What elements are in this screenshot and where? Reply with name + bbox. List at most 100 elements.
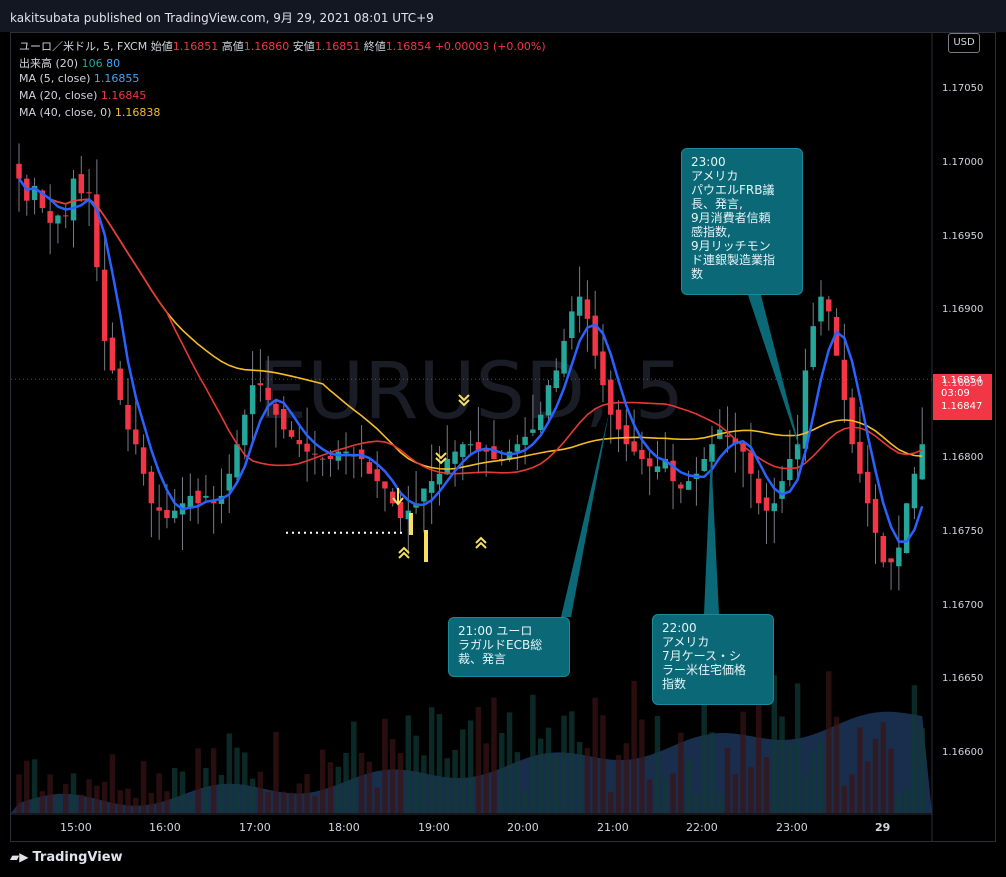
volume-bar — [826, 671, 832, 813]
volume-bar — [491, 697, 497, 813]
candle-body — [125, 404, 131, 430]
volume-bar — [327, 762, 334, 813]
candle-body — [421, 488, 427, 502]
candle-body — [460, 444, 466, 457]
volume-bar — [841, 785, 848, 813]
candle-body — [242, 414, 248, 446]
volume-bar — [444, 758, 450, 813]
buy-signal-icon — [475, 536, 487, 549]
volume-bar — [623, 743, 630, 813]
candle-body — [382, 481, 388, 489]
candle-body — [195, 490, 201, 504]
chart-area[interactable]: EURUSD, 5 ユーロ／米ドル, 5, FXCM 始値1.16851 高値1… — [10, 32, 996, 842]
volume-bar — [374, 787, 380, 813]
candle-body — [537, 414, 544, 431]
y-tick-label: 1.16750 — [942, 525, 984, 537]
volume-bar — [39, 791, 46, 813]
x-tick-label: 18:00 — [328, 821, 360, 834]
candle-body — [584, 299, 591, 319]
candle-body — [522, 436, 528, 445]
annotation-ecb[interactable]: 21:00 ユーロ ラガルドECB総 裁、発言 — [448, 617, 570, 677]
candle-body — [172, 510, 178, 519]
x-tick-label: 16:00 — [149, 821, 181, 834]
currency-button[interactable]: USD — [948, 33, 980, 53]
volume-bar — [615, 755, 622, 813]
candle-body — [615, 409, 622, 430]
legend-high: 1.16860 — [243, 40, 290, 53]
top-bar: kakitsubata published on TradingView.com… — [0, 0, 1006, 32]
volume-bar — [911, 685, 918, 813]
volume-bar — [506, 712, 513, 813]
candle-body — [140, 447, 147, 474]
volume-bar — [312, 795, 318, 813]
candle-body — [452, 451, 458, 464]
volume-bar — [187, 797, 194, 813]
candle-body — [763, 497, 770, 511]
legend-ma20-label: MA (20, close) — [19, 89, 98, 102]
volume-bar — [896, 793, 902, 813]
volume-bar — [172, 767, 178, 813]
volume-bar — [288, 792, 295, 813]
annotation-fed[interactable]: 23:00 アメリカ パウエルFRB議 長、発言, 9月消費者信頼 感指数, 9… — [681, 148, 803, 295]
volume-bar — [888, 748, 894, 813]
volume-bar — [86, 779, 92, 813]
volume-bar — [78, 794, 85, 813]
volume-bar — [117, 790, 123, 813]
candle-body — [857, 441, 863, 474]
tradingview-logo: ▰▶ TradingView — [10, 850, 123, 865]
volume-bar — [569, 711, 575, 813]
candle-body — [55, 215, 61, 224]
legend-low-label: 安値 — [292, 40, 315, 53]
candle-body — [467, 444, 474, 446]
volume-bar — [639, 719, 645, 813]
legend-high-label: 高値 — [221, 40, 244, 53]
candle-body — [156, 507, 162, 511]
candle-body — [818, 296, 824, 322]
candle-body — [771, 503, 777, 512]
candle-body — [880, 535, 887, 563]
volume-bar — [849, 774, 855, 813]
legend-ma20-value: 1.16845 — [100, 89, 147, 102]
candle-body — [569, 311, 575, 339]
volume-bar — [748, 767, 754, 813]
candle-body — [16, 163, 22, 179]
volume-bar — [421, 755, 427, 813]
candle-body — [304, 443, 310, 452]
volume-bar — [390, 738, 396, 813]
y-tick-label: 1.16800 — [942, 452, 984, 463]
volume-bar — [530, 694, 536, 813]
candle-body — [312, 453, 318, 455]
volume-bar — [249, 778, 256, 813]
volume-bar — [654, 716, 661, 813]
volume-bar — [763, 756, 770, 813]
volume-bar — [833, 716, 840, 813]
candle-body — [600, 351, 606, 386]
x-tick-label: 20:00 — [507, 821, 539, 834]
candle-body — [608, 379, 614, 415]
annotation-case-shiller[interactable]: 22:00 アメリカ 7月ケース・シ ラー米住宅価格 指数 — [652, 614, 774, 705]
legend-ohlc: ユーロ／米ドル, 5, FXCM 始値1.16851 高値1.16860 安値1… — [19, 38, 546, 54]
candle-body — [288, 430, 295, 437]
candle-body — [234, 444, 240, 478]
volume-bar — [343, 752, 349, 813]
candle-body — [47, 211, 53, 223]
x-tick-label: 23:00 — [776, 821, 808, 834]
candle-body — [530, 429, 536, 433]
legend-symbol: ユーロ／米ドル, 5, FXCM — [19, 40, 148, 53]
y-tick-label: 1.16700 — [942, 599, 984, 611]
candle-body — [903, 503, 910, 554]
sell-signal-icon — [435, 452, 447, 465]
candle-body — [826, 299, 832, 312]
volume-bar — [903, 788, 910, 813]
volume-bar — [436, 714, 443, 813]
volume-bar — [101, 781, 108, 813]
volume-bar — [678, 732, 684, 813]
candle-body — [366, 462, 373, 474]
candle-body — [436, 473, 443, 485]
volume-bar — [428, 707, 435, 813]
volume-bar — [717, 793, 723, 813]
legend-low: 1.16851 — [314, 40, 361, 53]
volume-bar — [576, 741, 583, 813]
candle-body — [654, 466, 661, 472]
candle-body — [444, 459, 450, 475]
